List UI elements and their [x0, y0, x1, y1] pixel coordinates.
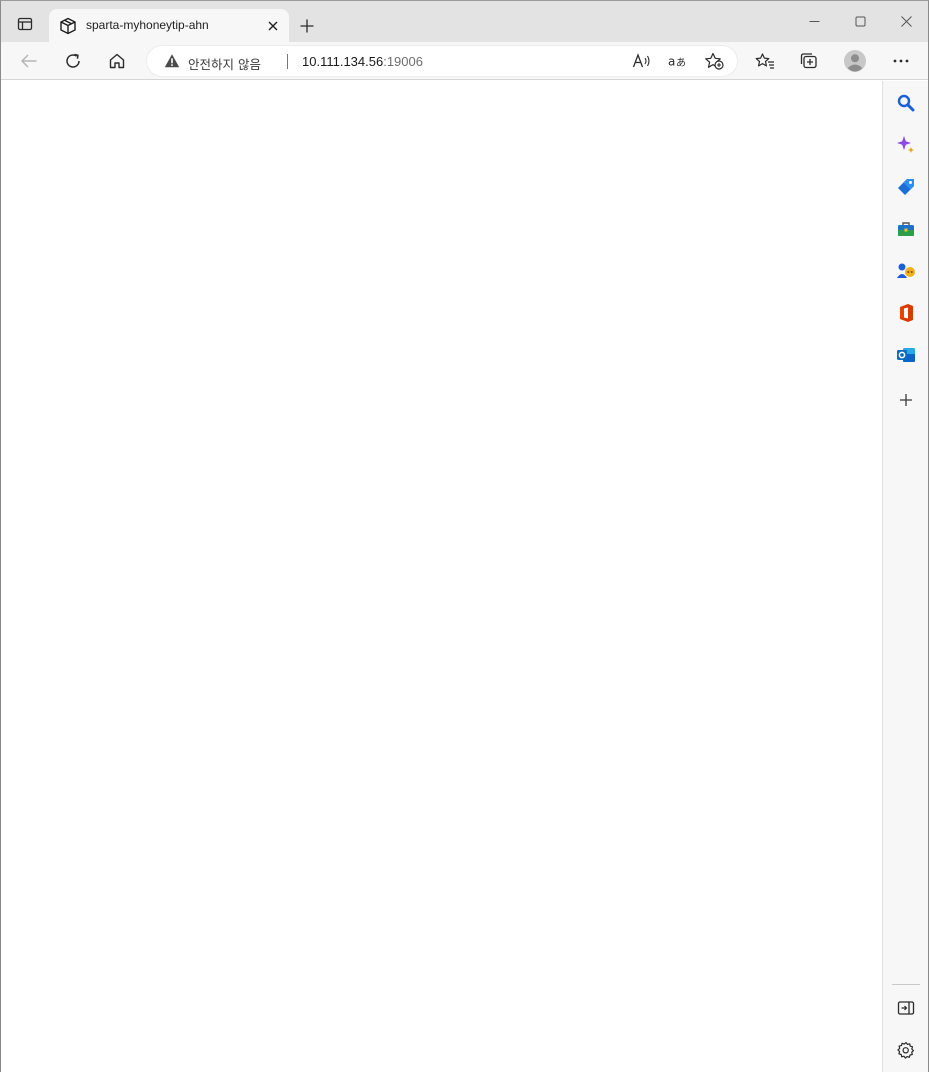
- url-host: 10.111.134.56: [302, 54, 384, 69]
- codesandbox-cube-icon: [59, 17, 77, 35]
- translate-button[interactable]: aあ: [663, 47, 693, 75]
- plus-icon: [900, 394, 912, 406]
- sidebar-games-button[interactable]: [892, 257, 920, 285]
- sidebar-divider: [892, 984, 920, 985]
- maximize-button[interactable]: [837, 1, 883, 41]
- profile-avatar-icon: [844, 50, 866, 72]
- refresh-icon: [66, 53, 80, 68]
- home-icon: [109, 53, 125, 69]
- tab-actions-button[interactable]: [9, 10, 41, 38]
- sidebar-add-button[interactable]: [892, 386, 920, 414]
- collections-icon: [800, 53, 817, 69]
- sidebar-tools-button[interactable]: [892, 215, 920, 243]
- collections-button[interactable]: [793, 46, 825, 76]
- translate-icon: aあ: [668, 55, 686, 70]
- favorites-button[interactable]: [749, 46, 781, 76]
- tab-title: sparta-myhoneytip-ahn: [86, 18, 209, 32]
- svg-text:あ: あ: [676, 57, 686, 69]
- star-add-icon: [705, 52, 724, 70]
- profile-button[interactable]: [839, 46, 871, 76]
- sidebar-hide-button[interactable]: [892, 994, 920, 1022]
- refresh-button[interactable]: [57, 46, 89, 76]
- sidebar-outlook-button[interactable]: [892, 341, 920, 369]
- security-status-label[interactable]: 안전하지 않음: [188, 54, 261, 73]
- read-aloud-button[interactable]: [627, 47, 657, 75]
- tab-close-button[interactable]: [263, 16, 283, 36]
- minimize-icon: [809, 20, 819, 22]
- close-icon: [900, 15, 912, 27]
- shopping-tag-icon: [898, 179, 914, 195]
- tab-strip: sparta-myhoneytip-ahn: [1, 1, 928, 42]
- page-content[interactable]: [1, 81, 882, 1072]
- tools-briefcase-icon: [898, 222, 914, 236]
- navigation-toolbar: 안전하지 않음 10.111.134.56:19006 aあ: [1, 42, 928, 80]
- warning-triangle-icon[interactable]: [164, 53, 180, 69]
- url-port: :19006: [383, 54, 423, 69]
- maximize-icon: [855, 16, 865, 26]
- sidebar-copilot-button[interactable]: [892, 131, 920, 159]
- add-favorite-button[interactable]: [699, 47, 729, 75]
- more-options-button[interactable]: [885, 46, 917, 76]
- svg-text:a: a: [668, 55, 675, 69]
- address-bar[interactable]: 안전하지 않음 10.111.134.56:19006 aあ: [147, 46, 737, 76]
- edge-sidebar: [882, 81, 928, 1072]
- sidebar-office-button[interactable]: [892, 299, 920, 327]
- favorites-icon: [755, 53, 774, 69]
- read-aloud-icon: [632, 53, 650, 68]
- address-separator: [287, 54, 288, 69]
- sidebar-search-button[interactable]: [892, 89, 920, 117]
- more-ellipsis-icon: [893, 59, 909, 63]
- home-button[interactable]: [101, 46, 133, 76]
- sidebar-settings-button[interactable]: [892, 1036, 920, 1064]
- active-tab[interactable]: sparta-myhoneytip-ahn: [49, 9, 289, 42]
- url-text[interactable]: 10.111.134.56:19006: [302, 54, 423, 69]
- plus-icon: [300, 19, 314, 33]
- close-icon: [268, 21, 278, 31]
- arrow-left-icon: [21, 54, 37, 68]
- hide-sidebar-icon: [897, 1001, 915, 1015]
- minimize-button[interactable]: [791, 1, 837, 41]
- search-icon: [897, 94, 915, 112]
- games-icon: [897, 263, 915, 278]
- copilot-sparkle-icon: [897, 136, 914, 153]
- office-icon: [900, 304, 913, 322]
- browser-window: sparta-myhoneytip-ahn 안전하지 않음 10.111.134…: [0, 0, 929, 1072]
- tab-actions-icon: [17, 16, 33, 32]
- outlook-icon: [897, 348, 915, 362]
- sidebar-shopping-button[interactable]: [892, 173, 920, 201]
- new-tab-button[interactable]: [293, 12, 321, 40]
- back-button[interactable]: [13, 46, 45, 76]
- close-window-button[interactable]: [883, 1, 929, 41]
- settings-gear-icon: [897, 1041, 915, 1059]
